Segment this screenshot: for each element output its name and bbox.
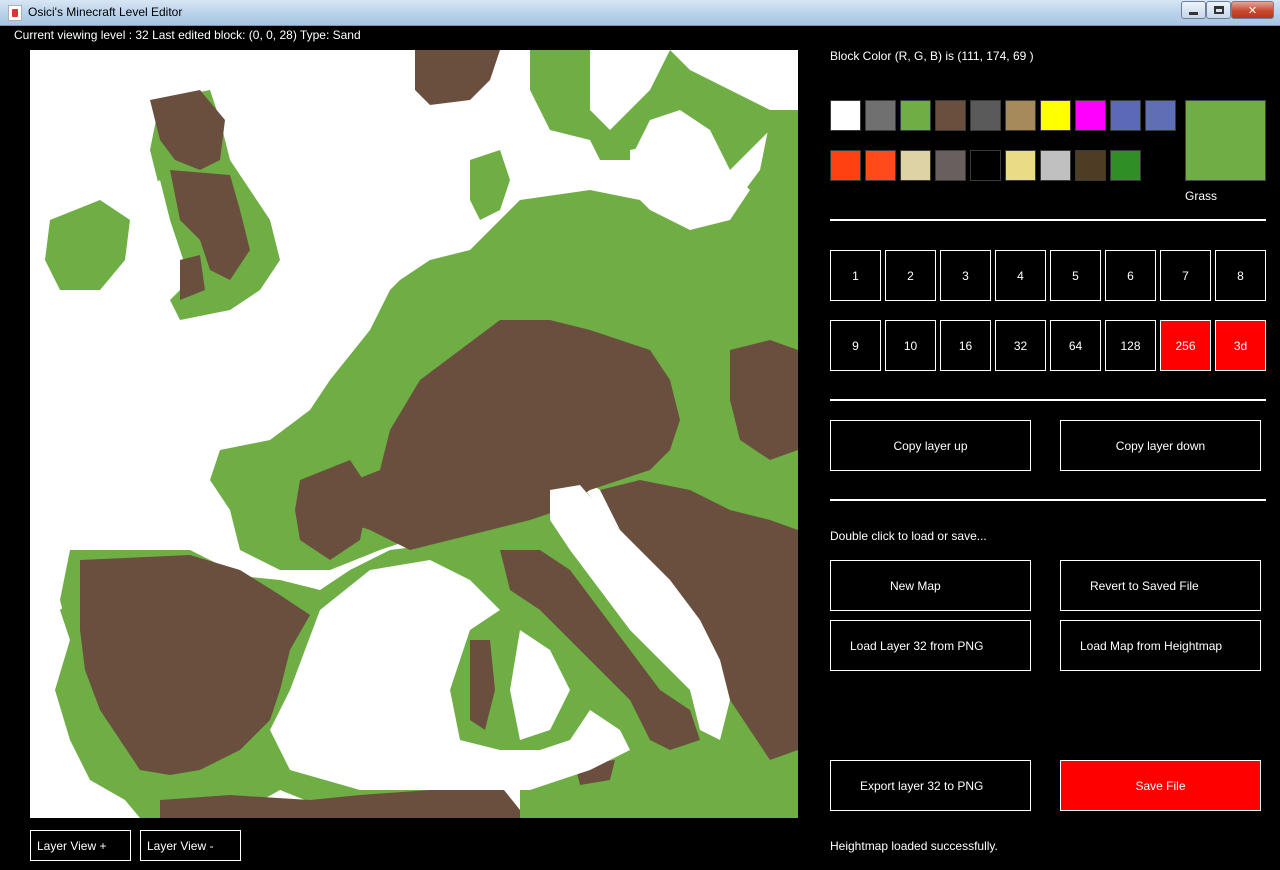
new-map-button[interactable]: New Map (830, 560, 1031, 611)
brush-size-button-64[interactable]: 64 (1050, 320, 1101, 371)
brush-size-button-3d[interactable]: 3d (1215, 320, 1266, 371)
palette-swatch[interactable] (865, 100, 896, 131)
minimize-icon (1189, 11, 1198, 15)
load-heightmap-button[interactable]: Load Map from Heightmap (1060, 620, 1261, 671)
palette-swatch[interactable] (1145, 100, 1176, 131)
selected-block-name: Grass (1185, 189, 1218, 203)
palette-swatch[interactable] (935, 100, 966, 131)
palette-swatch[interactable] (865, 150, 896, 181)
revert-saved-file-button[interactable]: Revert to Saved File (1060, 560, 1261, 611)
palette-swatch[interactable] (900, 150, 931, 181)
brush-size-button-3[interactable]: 3 (940, 250, 991, 301)
block-color-label: Block Color (R, G, B) is (111, 174, 69 ) (830, 49, 1034, 63)
palette-swatch[interactable] (935, 150, 966, 181)
copy-layer-up-button[interactable]: Copy layer up (830, 420, 1031, 471)
brush-size-button-16[interactable]: 16 (940, 320, 991, 371)
palette-swatch[interactable] (970, 150, 1001, 181)
maximize-button[interactable] (1206, 1, 1231, 19)
brush-size-button-5[interactable]: 5 (1050, 250, 1101, 301)
palette-swatch[interactable] (970, 100, 1001, 131)
palette-swatch[interactable] (1005, 150, 1036, 181)
layer-view-plus-button[interactable]: Layer View + (30, 830, 131, 861)
palette-swatch[interactable] (830, 150, 861, 181)
palette-swatch[interactable] (1040, 150, 1071, 181)
close-icon: ✕ (1247, 3, 1258, 17)
brush-size-button-128[interactable]: 128 (1105, 320, 1156, 371)
window-titlebar: Osici's Minecraft Level Editor ✕ (0, 0, 1280, 26)
palette-swatch[interactable] (1110, 150, 1141, 181)
brush-size-button-2[interactable]: 2 (885, 250, 936, 301)
load-save-hint: Double click to load or save... (830, 529, 987, 543)
map-canvas[interactable] (30, 50, 798, 818)
palette-swatch[interactable] (1040, 100, 1071, 131)
window-title: Osici's Minecraft Level Editor (28, 5, 183, 19)
brush-size-button-10[interactable]: 10 (885, 320, 936, 371)
load-layer-png-button[interactable]: Load Layer 32 from PNG (830, 620, 1031, 671)
divider-3 (830, 499, 1266, 501)
brush-size-button-7[interactable]: 7 (1160, 250, 1211, 301)
brush-size-button-256[interactable]: 256 (1160, 320, 1211, 371)
divider-2 (830, 399, 1266, 401)
copy-layer-down-button[interactable]: Copy layer down (1060, 420, 1261, 471)
palette-swatch[interactable] (1005, 100, 1036, 131)
brush-size-button-32[interactable]: 32 (995, 320, 1046, 371)
brush-size-button-9[interactable]: 9 (830, 320, 881, 371)
layer-view-minus-button[interactable]: Layer View - (140, 830, 241, 861)
status-message: Heightmap loaded successfully. (830, 839, 998, 853)
save-file-button[interactable]: Save File (1060, 760, 1261, 811)
brush-size-button-8[interactable]: 8 (1215, 250, 1266, 301)
minimize-button[interactable] (1181, 1, 1206, 19)
export-layer-png-button[interactable]: Export layer 32 to PNG (830, 760, 1031, 811)
palette-swatch[interactable] (1075, 100, 1106, 131)
brush-size-button-6[interactable]: 6 (1105, 250, 1156, 301)
palette-swatch[interactable] (900, 100, 931, 131)
status-line: Current viewing level : 32 Last edited b… (14, 28, 361, 42)
brush-size-button-4[interactable]: 4 (995, 250, 1046, 301)
palette-swatch[interactable] (1110, 100, 1141, 131)
close-button[interactable]: ✕ (1231, 1, 1274, 19)
selected-block-preview (1185, 100, 1266, 181)
java-cup-icon (8, 5, 22, 21)
divider-1 (830, 219, 1266, 221)
maximize-icon (1213, 6, 1224, 14)
palette-swatch[interactable] (830, 100, 861, 131)
palette-swatch[interactable] (1075, 150, 1106, 181)
brush-size-button-1[interactable]: 1 (830, 250, 881, 301)
europe-map[interactable] (30, 50, 798, 818)
